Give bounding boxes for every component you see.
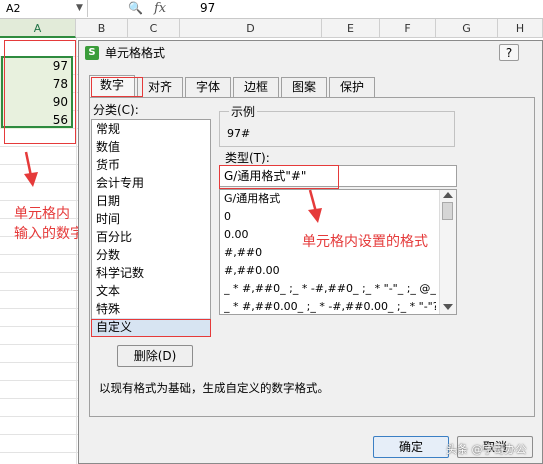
column-header-g[interactable]: G	[436, 19, 498, 38]
category-item[interactable]: 文本	[92, 282, 210, 300]
category-item[interactable]: 时间	[92, 210, 210, 228]
chevron-down-icon[interactable]: ▼	[76, 0, 83, 17]
grid-line	[0, 200, 78, 201]
grid-line	[0, 344, 78, 345]
sample-label: 示例	[229, 105, 258, 119]
type-label: 类型(T):	[225, 151, 270, 165]
watermark: 头条 @宇哥办公	[446, 443, 527, 456]
format-item[interactable]: 0	[224, 208, 436, 226]
format-item[interactable]: G/通用格式	[224, 190, 436, 208]
grid-line	[0, 272, 78, 273]
grid-line	[0, 290, 78, 291]
grid-line	[0, 362, 78, 363]
tab-font[interactable]: 字体	[185, 77, 231, 97]
category-item[interactable]: 日期	[92, 192, 210, 210]
tab-protection[interactable]: 保护	[329, 77, 375, 97]
grid-line	[0, 452, 78, 453]
column-header-c[interactable]: C	[128, 19, 180, 38]
highlight-box	[219, 165, 339, 189]
column-header-a[interactable]: A	[0, 19, 76, 38]
grid-line	[0, 254, 78, 255]
formula-input[interactable]: 97	[200, 0, 215, 17]
highlight-box	[91, 77, 143, 97]
dialog-titlebar: S 单元格格式 ?	[79, 41, 542, 65]
grid-line	[0, 146, 78, 147]
grid-line	[76, 38, 77, 464]
scrollbar[interactable]	[439, 190, 456, 314]
category-item[interactable]: 百分比	[92, 228, 210, 246]
zoom-icon[interactable]: 🔍	[128, 0, 143, 17]
format-item[interactable]: #,##0.00	[224, 262, 436, 280]
grid-line	[0, 326, 78, 327]
annotation-text: 单元格内设置的格式	[302, 234, 428, 250]
column-header-b[interactable]: B	[76, 19, 128, 38]
scroll-thumb[interactable]	[442, 202, 453, 220]
category-item[interactable]: 分数	[92, 246, 210, 264]
format-cells-dialog: S 单元格格式 ? 数字 对齐 字体 边框 图案 保护 分类(C): 常规 数值…	[78, 40, 543, 464]
format-item[interactable]: _ * #,##0_ ;_ * -#,##0_ ;_ * "-"_ ;_ @_	[224, 280, 436, 298]
fx-icon[interactable]: fx	[154, 0, 166, 17]
grid-line	[0, 398, 78, 399]
tab-pattern[interactable]: 图案	[281, 77, 327, 97]
highlight-box	[91, 319, 211, 337]
grid-line	[0, 380, 78, 381]
cell-reference: A2	[6, 2, 21, 15]
help-button[interactable]: ?	[499, 44, 519, 61]
arrow-down-icon	[308, 189, 322, 223]
name-box[interactable]: A2	[0, 0, 88, 17]
column-header-d[interactable]: D	[180, 19, 322, 38]
grid-line	[0, 416, 78, 417]
grid-line	[0, 434, 78, 435]
highlight-box	[4, 40, 76, 144]
annotation-text: 单元格内	[14, 206, 70, 222]
grid-line	[0, 308, 78, 309]
sample-value: 97#	[227, 127, 251, 140]
scroll-up-icon[interactable]	[443, 192, 453, 198]
column-header-e[interactable]: E	[322, 19, 380, 38]
category-item[interactable]: 数值	[92, 138, 210, 156]
arrow-down-icon	[24, 151, 38, 187]
category-item[interactable]: 常规	[92, 120, 210, 138]
format-list[interactable]: G/通用格式 0 0.00 #,##0 #,##0.00 _ * #,##0_ …	[219, 189, 457, 315]
ok-button[interactable]: 确定	[373, 436, 449, 458]
scroll-down-icon[interactable]	[443, 304, 453, 310]
app-icon: S	[85, 46, 99, 60]
tab-alignment[interactable]: 对齐	[137, 77, 183, 97]
column-header-h[interactable]: H	[498, 19, 543, 38]
dialog-title: 单元格格式	[105, 46, 166, 60]
column-header-f[interactable]: F	[380, 19, 436, 38]
formula-bar: A2 ▼ 🔍 fx 97	[0, 0, 543, 19]
category-item[interactable]: 货币	[92, 156, 210, 174]
tab-border[interactable]: 边框	[233, 77, 279, 97]
annotation-text: 输入的数字	[14, 226, 84, 242]
delete-button[interactable]: 删除(D)	[117, 345, 193, 367]
category-item[interactable]: 会计专用	[92, 174, 210, 192]
category-item[interactable]: 科学记数	[92, 264, 210, 282]
category-label: 分类(C):	[93, 103, 139, 117]
category-list[interactable]: 常规 数值 货币 会计专用 日期 时间 百分比 分数 科学记数 文本 特殊 自定…	[91, 119, 211, 337]
category-item[interactable]: 特殊	[92, 300, 210, 318]
description-text: 以现有格式为基础，生成自定义的数字格式。	[99, 381, 329, 395]
format-item[interactable]: _ * #,##0.00_ ;_ * -#,##0.00_ ;_ * "-"??…	[224, 298, 436, 316]
